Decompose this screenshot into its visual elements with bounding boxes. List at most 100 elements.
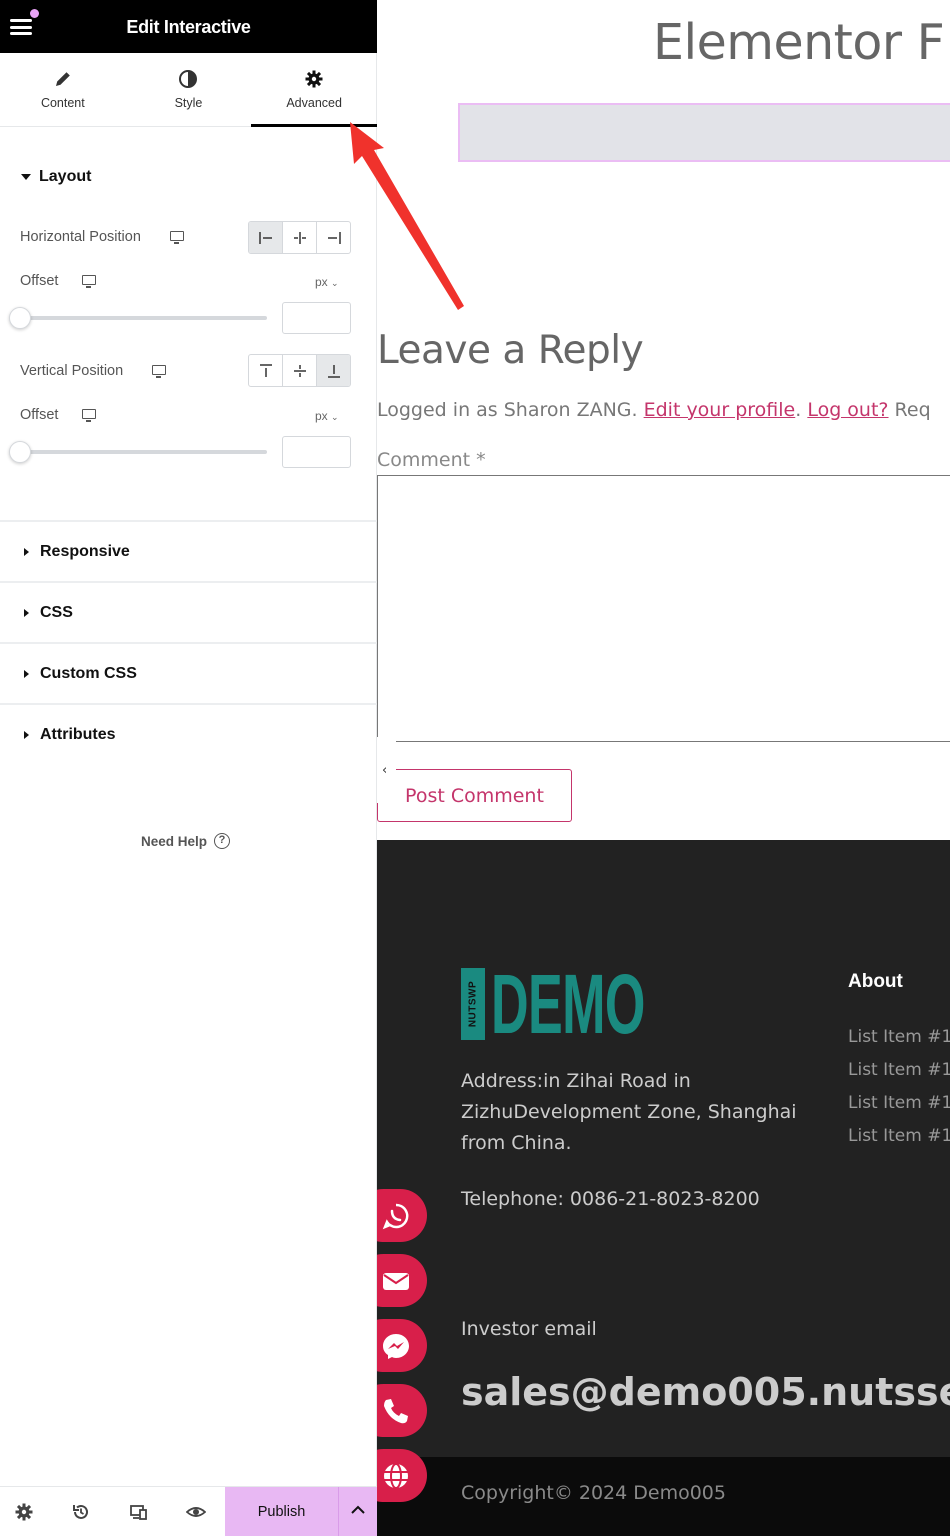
chevron-down-icon: ⌄ [331,278,339,288]
offset-x-slider-handle[interactable] [9,307,31,329]
widget-placeholder[interactable] [458,103,950,162]
investor-email-label: Investor email [461,1318,597,1340]
reply-heading: Leave a Reply [377,328,644,373]
tab-label: Style [174,96,203,110]
about-list-item[interactable]: List Item #1 [848,1126,950,1146]
h-align-right-button[interactable] [317,222,350,253]
logo-main-text: DEMO [491,957,645,1051]
offset-y-slider-track[interactable] [20,450,267,454]
logged-in-text: Logged in as Sharon ZANG. [377,399,644,421]
section-title: Custom CSS [40,665,137,682]
logged-in-line: Logged in as Sharon ZANG. Edit your prof… [377,399,931,421]
v-align-top-button[interactable] [249,355,283,386]
need-help-link[interactable]: Need Help ? [141,833,231,849]
chevron-down-icon: ⌄ [331,412,339,422]
h-align-left-button[interactable] [249,222,283,253]
desktop-icon[interactable] [152,365,166,378]
tab-label: Content [40,96,85,110]
align-top-icon [259,363,272,377]
history-icon[interactable] [71,1502,91,1522]
align-middle-icon [293,364,306,377]
preview-eye-icon[interactable] [186,1502,206,1522]
site-logo[interactable]: NUTSWP DEMO [461,957,739,1051]
comment-label: Comment * [377,449,486,471]
offset-y-label: Offset [20,407,59,423]
section-custom-css-toggle[interactable]: Custom CSS [20,665,137,683]
address-line: from China. [461,1132,572,1154]
offset-x-input[interactable] [282,302,351,334]
align-right-icon [327,231,341,244]
section-css-toggle[interactable]: CSS [20,604,73,622]
section-divider [0,642,377,644]
caret-right-icon [24,731,29,739]
section-responsive-toggle[interactable]: Responsive [20,543,130,561]
unit-label: px [315,275,328,289]
offset-x-unit-select[interactable]: px ⌄ [315,275,339,289]
investor-email[interactable]: sales@demo005.nutssea [461,1370,950,1414]
offset-y-slider-handle[interactable] [9,441,31,463]
section-divider [0,703,377,705]
chevron-left-icon: ‹ [382,763,388,778]
tab-advanced[interactable]: Advanced [251,53,377,127]
log-out-link[interactable]: Log out? [807,399,888,421]
panel-footer: Publish [0,1486,377,1536]
edit-profile-link[interactable]: Edit your profile [644,399,796,421]
about-list-item[interactable]: List Item #1 [848,1060,950,1080]
desktop-icon[interactable] [82,275,96,288]
section-divider [0,581,377,583]
gear-icon [305,70,323,88]
publish-options-button[interactable] [338,1487,377,1536]
tab-style[interactable]: Style [126,53,252,126]
editor-panel: Edit Interactive Content Style Advanced [0,0,377,1536]
desktop-icon[interactable] [170,231,184,244]
offset-y-unit-select[interactable]: px ⌄ [315,409,339,423]
settings-icon[interactable] [14,1502,34,1522]
horizontal-position-label: Horizontal Position [20,229,141,245]
section-title: Responsive [40,543,130,560]
responsive-icon[interactable] [129,1502,149,1522]
telephone-text: Telephone: 0086-21-8023-8200 [461,1188,760,1210]
globe-icon [384,1462,408,1489]
copyright-text: Copyright© 2024 Demo005 [461,1482,726,1504]
caret-down-icon [21,174,31,180]
unit-label: px [315,409,328,423]
email-icon [383,1272,409,1290]
half-circle-icon [179,70,198,88]
chevron-up-icon [351,1505,365,1514]
caret-right-icon [24,670,29,678]
desktop-icon[interactable] [82,409,96,422]
h-align-center-button[interactable] [283,222,317,253]
about-list-item[interactable]: List Item #1 [848,1093,950,1113]
post-comment-button[interactable]: Post Comment [377,769,572,822]
tab-label: Advanced [286,96,342,110]
caret-right-icon [24,548,29,556]
need-help-label: Need Help [141,833,208,849]
vertical-position-control [248,354,351,387]
horizontal-position-control [248,221,351,254]
align-left-icon [258,231,272,244]
v-align-bottom-button[interactable] [317,355,350,386]
section-attributes-toggle[interactable]: Attributes [20,726,116,744]
about-list-item[interactable]: List Item #1 [848,1027,950,1047]
panel-tabs: Content Style Advanced [0,53,377,127]
tab-content[interactable]: Content [0,53,126,126]
page-heading: Elementor F [653,14,945,71]
offset-y-input[interactable] [282,436,351,468]
offset-x-slider-track[interactable] [20,316,267,320]
v-align-middle-button[interactable] [283,355,317,386]
publish-button[interactable]: Publish [225,1487,338,1536]
offset-x-label: Offset [20,273,59,289]
caret-right-icon [24,609,29,617]
collapse-panel-button[interactable]: ‹ [377,737,396,803]
section-divider [0,520,377,522]
logo-side-text: NUTSWP [467,980,479,1028]
address-line: ZizhuDevelopment Zone, Shanghai [461,1101,797,1123]
panel-header: Edit Interactive [0,0,377,53]
pencil-icon [55,72,70,86]
comment-textarea[interactable] [377,475,950,742]
site-preview: Elementor F Leave a Reply Logged in as S… [377,0,950,1536]
align-center-icon [293,231,306,244]
align-bottom-icon [327,364,340,378]
section-layout-toggle[interactable]: Layout [20,168,91,186]
logo-side-band: NUTSWP [461,968,485,1040]
